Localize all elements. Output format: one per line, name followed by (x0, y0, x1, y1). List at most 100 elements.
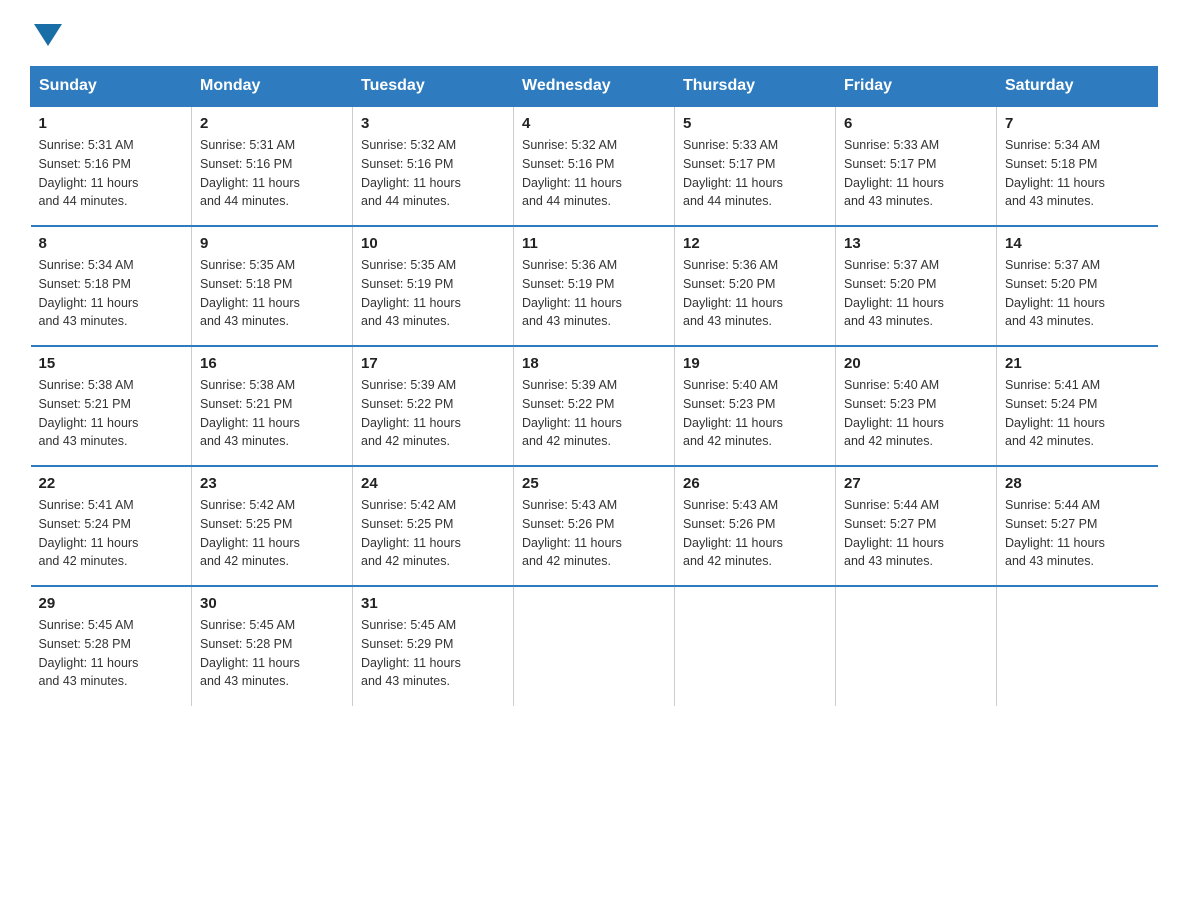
day-number: 14 (1005, 235, 1150, 252)
day-info: Sunrise: 5:38 AM Sunset: 5:21 PM Dayligh… (200, 376, 344, 451)
logo (30, 20, 62, 46)
week-row-1: 1 Sunrise: 5:31 AM Sunset: 5:16 PM Dayli… (31, 106, 1158, 226)
day-info: Sunrise: 5:42 AM Sunset: 5:25 PM Dayligh… (200, 496, 344, 571)
calendar-cell: 26 Sunrise: 5:43 AM Sunset: 5:26 PM Dayl… (675, 466, 836, 586)
calendar-cell: 30 Sunrise: 5:45 AM Sunset: 5:28 PM Dayl… (192, 586, 353, 706)
day-number: 21 (1005, 355, 1150, 372)
day-number: 16 (200, 355, 344, 372)
day-info: Sunrise: 5:36 AM Sunset: 5:19 PM Dayligh… (522, 256, 666, 331)
weekday-header-tuesday: Tuesday (353, 67, 514, 107)
calendar-cell: 5 Sunrise: 5:33 AM Sunset: 5:17 PM Dayli… (675, 106, 836, 226)
calendar-cell: 14 Sunrise: 5:37 AM Sunset: 5:20 PM Dayl… (997, 226, 1158, 346)
day-info: Sunrise: 5:35 AM Sunset: 5:19 PM Dayligh… (361, 256, 505, 331)
calendar-cell: 6 Sunrise: 5:33 AM Sunset: 5:17 PM Dayli… (836, 106, 997, 226)
weekday-header-row: SundayMondayTuesdayWednesdayThursdayFrid… (31, 67, 1158, 107)
day-info: Sunrise: 5:43 AM Sunset: 5:26 PM Dayligh… (522, 496, 666, 571)
calendar-cell: 2 Sunrise: 5:31 AM Sunset: 5:16 PM Dayli… (192, 106, 353, 226)
day-number: 9 (200, 235, 344, 252)
calendar-cell: 23 Sunrise: 5:42 AM Sunset: 5:25 PM Dayl… (192, 466, 353, 586)
day-info: Sunrise: 5:33 AM Sunset: 5:17 PM Dayligh… (683, 136, 827, 211)
day-info: Sunrise: 5:37 AM Sunset: 5:20 PM Dayligh… (1005, 256, 1150, 331)
week-row-5: 29 Sunrise: 5:45 AM Sunset: 5:28 PM Dayl… (31, 586, 1158, 706)
calendar-cell: 22 Sunrise: 5:41 AM Sunset: 5:24 PM Dayl… (31, 466, 192, 586)
calendar-cell: 29 Sunrise: 5:45 AM Sunset: 5:28 PM Dayl… (31, 586, 192, 706)
day-number: 29 (39, 595, 184, 612)
day-info: Sunrise: 5:40 AM Sunset: 5:23 PM Dayligh… (844, 376, 988, 451)
calendar-cell: 4 Sunrise: 5:32 AM Sunset: 5:16 PM Dayli… (514, 106, 675, 226)
day-info: Sunrise: 5:45 AM Sunset: 5:28 PM Dayligh… (39, 616, 184, 691)
calendar-cell: 13 Sunrise: 5:37 AM Sunset: 5:20 PM Dayl… (836, 226, 997, 346)
calendar-cell: 15 Sunrise: 5:38 AM Sunset: 5:21 PM Dayl… (31, 346, 192, 466)
day-number: 10 (361, 235, 505, 252)
day-info: Sunrise: 5:36 AM Sunset: 5:20 PM Dayligh… (683, 256, 827, 331)
calendar-cell: 21 Sunrise: 5:41 AM Sunset: 5:24 PM Dayl… (997, 346, 1158, 466)
day-number: 2 (200, 115, 344, 132)
day-number: 18 (522, 355, 666, 372)
calendar-cell: 31 Sunrise: 5:45 AM Sunset: 5:29 PM Dayl… (353, 586, 514, 706)
day-number: 25 (522, 475, 666, 492)
calendar-cell: 12 Sunrise: 5:36 AM Sunset: 5:20 PM Dayl… (675, 226, 836, 346)
day-number: 28 (1005, 475, 1150, 492)
weekday-header-monday: Monday (192, 67, 353, 107)
calendar-cell: 27 Sunrise: 5:44 AM Sunset: 5:27 PM Dayl… (836, 466, 997, 586)
day-number: 7 (1005, 115, 1150, 132)
day-info: Sunrise: 5:31 AM Sunset: 5:16 PM Dayligh… (39, 136, 184, 211)
day-number: 23 (200, 475, 344, 492)
calendar-cell: 28 Sunrise: 5:44 AM Sunset: 5:27 PM Dayl… (997, 466, 1158, 586)
day-number: 8 (39, 235, 184, 252)
weekday-header-thursday: Thursday (675, 67, 836, 107)
day-info: Sunrise: 5:44 AM Sunset: 5:27 PM Dayligh… (1005, 496, 1150, 571)
calendar-table: SundayMondayTuesdayWednesdayThursdayFrid… (30, 66, 1158, 706)
weekday-header-saturday: Saturday (997, 67, 1158, 107)
day-info: Sunrise: 5:32 AM Sunset: 5:16 PM Dayligh… (522, 136, 666, 211)
calendar-cell: 16 Sunrise: 5:38 AM Sunset: 5:21 PM Dayl… (192, 346, 353, 466)
calendar-header: SundayMondayTuesdayWednesdayThursdayFrid… (31, 67, 1158, 107)
calendar-cell: 20 Sunrise: 5:40 AM Sunset: 5:23 PM Dayl… (836, 346, 997, 466)
week-row-3: 15 Sunrise: 5:38 AM Sunset: 5:21 PM Dayl… (31, 346, 1158, 466)
page-header (30, 20, 1158, 46)
day-info: Sunrise: 5:40 AM Sunset: 5:23 PM Dayligh… (683, 376, 827, 451)
day-info: Sunrise: 5:43 AM Sunset: 5:26 PM Dayligh… (683, 496, 827, 571)
logo-arrow-icon (34, 24, 62, 46)
day-number: 11 (522, 235, 666, 252)
calendar-cell: 18 Sunrise: 5:39 AM Sunset: 5:22 PM Dayl… (514, 346, 675, 466)
day-info: Sunrise: 5:39 AM Sunset: 5:22 PM Dayligh… (522, 376, 666, 451)
day-number: 15 (39, 355, 184, 372)
calendar-cell (997, 586, 1158, 706)
calendar-body: 1 Sunrise: 5:31 AM Sunset: 5:16 PM Dayli… (31, 106, 1158, 706)
calendar-cell (836, 586, 997, 706)
calendar-cell: 1 Sunrise: 5:31 AM Sunset: 5:16 PM Dayli… (31, 106, 192, 226)
day-info: Sunrise: 5:38 AM Sunset: 5:21 PM Dayligh… (39, 376, 184, 451)
day-number: 31 (361, 595, 505, 612)
day-info: Sunrise: 5:34 AM Sunset: 5:18 PM Dayligh… (1005, 136, 1150, 211)
day-number: 1 (39, 115, 184, 132)
day-number: 5 (683, 115, 827, 132)
day-info: Sunrise: 5:44 AM Sunset: 5:27 PM Dayligh… (844, 496, 988, 571)
day-number: 20 (844, 355, 988, 372)
day-number: 22 (39, 475, 184, 492)
calendar-cell: 9 Sunrise: 5:35 AM Sunset: 5:18 PM Dayli… (192, 226, 353, 346)
calendar-cell: 11 Sunrise: 5:36 AM Sunset: 5:19 PM Dayl… (514, 226, 675, 346)
calendar-cell: 25 Sunrise: 5:43 AM Sunset: 5:26 PM Dayl… (514, 466, 675, 586)
calendar-cell: 10 Sunrise: 5:35 AM Sunset: 5:19 PM Dayl… (353, 226, 514, 346)
day-info: Sunrise: 5:39 AM Sunset: 5:22 PM Dayligh… (361, 376, 505, 451)
day-number: 13 (844, 235, 988, 252)
day-number: 4 (522, 115, 666, 132)
day-number: 17 (361, 355, 505, 372)
day-info: Sunrise: 5:35 AM Sunset: 5:18 PM Dayligh… (200, 256, 344, 331)
day-info: Sunrise: 5:33 AM Sunset: 5:17 PM Dayligh… (844, 136, 988, 211)
calendar-cell: 24 Sunrise: 5:42 AM Sunset: 5:25 PM Dayl… (353, 466, 514, 586)
day-number: 19 (683, 355, 827, 372)
day-info: Sunrise: 5:42 AM Sunset: 5:25 PM Dayligh… (361, 496, 505, 571)
day-info: Sunrise: 5:45 AM Sunset: 5:29 PM Dayligh… (361, 616, 505, 691)
day-info: Sunrise: 5:37 AM Sunset: 5:20 PM Dayligh… (844, 256, 988, 331)
day-info: Sunrise: 5:31 AM Sunset: 5:16 PM Dayligh… (200, 136, 344, 211)
weekday-header-friday: Friday (836, 67, 997, 107)
calendar-cell: 17 Sunrise: 5:39 AM Sunset: 5:22 PM Dayl… (353, 346, 514, 466)
day-number: 27 (844, 475, 988, 492)
calendar-cell: 8 Sunrise: 5:34 AM Sunset: 5:18 PM Dayli… (31, 226, 192, 346)
calendar-cell: 19 Sunrise: 5:40 AM Sunset: 5:23 PM Dayl… (675, 346, 836, 466)
day-info: Sunrise: 5:34 AM Sunset: 5:18 PM Dayligh… (39, 256, 184, 331)
calendar-cell: 3 Sunrise: 5:32 AM Sunset: 5:16 PM Dayli… (353, 106, 514, 226)
day-number: 30 (200, 595, 344, 612)
